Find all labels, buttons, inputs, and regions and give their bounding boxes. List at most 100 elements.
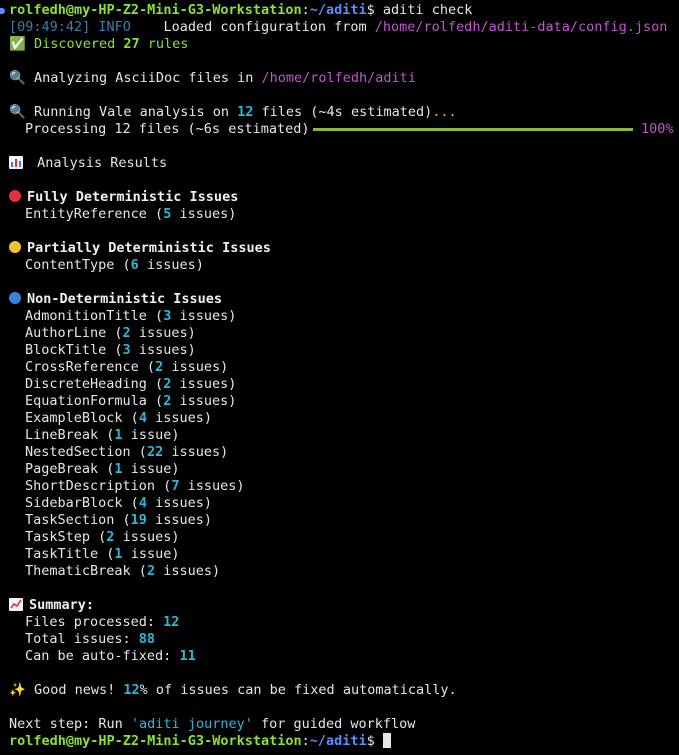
issue-name: BlockTitle (25, 342, 107, 358)
issue-open-paren: ( (146, 206, 164, 222)
issue-unit: issues (171, 359, 221, 375)
issue-close-paren: ) (187, 325, 196, 341)
running-ellipsis: ... (432, 104, 457, 120)
issue-name: SidebarBlock (25, 495, 123, 511)
final-prompt-line[interactable]: rolfedh@my-HP-Z2-Mini-G3-Workstation:~/a… (9, 733, 391, 750)
issue-row: TaskStep (2 issues) (25, 529, 180, 546)
next-step-command: 'aditi journey' (130, 716, 253, 732)
issue-space (123, 461, 131, 477)
issue-open-paren: ( (146, 393, 164, 409)
partially-deterministic-header: Partially Deterministic Issues (9, 240, 271, 257)
analyzing-path: /home/rolfedh/aditi (261, 70, 416, 86)
issue-row: TaskSection (19 issues) (25, 512, 212, 529)
blue-circle-icon (9, 292, 21, 304)
issue-unit: issues (163, 563, 212, 579)
issue-space (147, 410, 155, 426)
issue-count: 2 (146, 563, 156, 579)
issue-name: EntityReference (25, 206, 147, 222)
issue-unit: issue (130, 427, 172, 443)
issue-close-paren: ) (195, 257, 204, 273)
discovered-prefix: Discovered (25, 36, 124, 52)
summary-auto-value: 11 (179, 648, 196, 664)
issue-unit: issues (138, 342, 188, 358)
prompt-cwd: ~/aditi (309, 733, 367, 749)
issue-count: 6 (130, 257, 139, 273)
issue-open-paren: ( (98, 546, 115, 562)
prompt-marker (0, 8, 5, 14)
summary-total-value: 88 (138, 631, 156, 647)
issue-name: PageBreak (25, 461, 99, 477)
bar-chart-icon (9, 156, 23, 169)
fully-deterministic-title: Fully Deterministic Issues (27, 189, 239, 205)
issue-open-paren: ( (106, 325, 123, 341)
summary-total-label: Total issues: (25, 631, 139, 647)
issue-count: 4 (138, 495, 147, 511)
issue-open-paren: ( (138, 359, 156, 375)
issue-open-paren: ( (122, 410, 139, 426)
summary-files-label: Files processed: (25, 614, 164, 630)
issue-name: AuthorLine (25, 325, 107, 341)
issue-name: CrossReference (25, 359, 139, 375)
issue-name: LineBreak (25, 427, 99, 443)
partially-deterministic-title: Partially Deterministic Issues (27, 240, 271, 256)
issue-open-paren: ( (130, 444, 147, 460)
issue-count: 22 (146, 444, 164, 460)
non-deterministic-header: Non-Deterministic Issues (9, 291, 222, 308)
issue-close-paren: ) (228, 308, 237, 324)
issue-unit: issues (179, 376, 229, 392)
fully-deterministic-header: Fully Deterministic Issues (9, 189, 238, 206)
issue-name: ExampleBlock (25, 410, 123, 426)
good-news-suffix: % of issues can be fixed automatically. (139, 682, 457, 698)
issue-count: 2 (122, 325, 131, 341)
text-cursor[interactable] (382, 733, 391, 748)
command-line: rolfedh@my-HP-Z2-Mini-G3-Workstation:~/a… (9, 2, 472, 19)
issue-row: NestedSection (22 issues) (25, 444, 228, 461)
issue-row: EquationFormula (2 issues) (25, 393, 236, 410)
log-line: [09:49:42] INFO Loaded configuration fro… (9, 19, 667, 36)
good-news-prefix: Good news! (25, 682, 124, 698)
prompt-cwd: ~/aditi (309, 2, 367, 18)
issue-row: PageBreak (1 issue) (25, 461, 179, 478)
log-timestamp: [09:49:42] (9, 19, 91, 35)
summary-files: Files processed: 12 (25, 614, 179, 631)
issue-open-paren: ( (114, 257, 131, 273)
terminal-window[interactable]: rolfedh@my-HP-Z2-Mini-G3-Workstation:~/a… (0, 0, 679, 755)
good-news-percent: 12 (123, 682, 140, 698)
issue-count: 3 (122, 342, 131, 358)
issue-open-paren: ( (114, 512, 131, 528)
results-header: Analysis Results (9, 155, 167, 172)
issue-open-paren: ( (122, 495, 139, 511)
issue-row: EntityReference (5 issues) (25, 206, 236, 223)
issue-name: ShortDescription (25, 478, 156, 494)
issue-row: SidebarBlock (4 issues) (25, 495, 212, 512)
issue-row: ThematicBreak (2 issues) (25, 563, 220, 580)
discovered-count: 27 (123, 36, 140, 52)
issue-row: BlockTitle (3 issues) (25, 342, 196, 359)
prompt-separator: : (301, 2, 310, 18)
issue-unit: issues (146, 257, 196, 273)
issue-unit: issues (179, 206, 229, 222)
issue-count: 19 (130, 512, 147, 528)
issue-close-paren: ) (212, 563, 221, 579)
progress-bar-fill (313, 128, 633, 131)
issue-space (179, 478, 187, 494)
summary-total: Total issues: 88 (25, 631, 155, 648)
issue-close-paren: ) (203, 410, 213, 426)
red-circle-icon (9, 190, 21, 202)
issue-unit: issue (130, 546, 172, 562)
issue-row: CrossReference (2 issues) (25, 359, 228, 376)
running-line: 🔍 Running Vale analysis on 12 files (~4s… (9, 104, 457, 121)
summary-header: Summary: (9, 597, 94, 614)
summary-title: Summary: (29, 597, 95, 613)
results-title: Analysis Results (29, 155, 168, 171)
issue-space (147, 512, 155, 528)
issue-open-paren: ( (90, 529, 107, 545)
issue-close-paren: ) (203, 495, 213, 511)
issue-open-paren: ( (98, 427, 115, 443)
issue-row: LineBreak (1 issue) (25, 427, 179, 444)
issue-count: 1 (114, 546, 123, 562)
issue-close-paren: ) (171, 529, 180, 545)
magnifier-icon: 🔍 (9, 104, 26, 120)
issue-name: NestedSection (25, 444, 131, 460)
issue-close-paren: ) (171, 427, 180, 443)
